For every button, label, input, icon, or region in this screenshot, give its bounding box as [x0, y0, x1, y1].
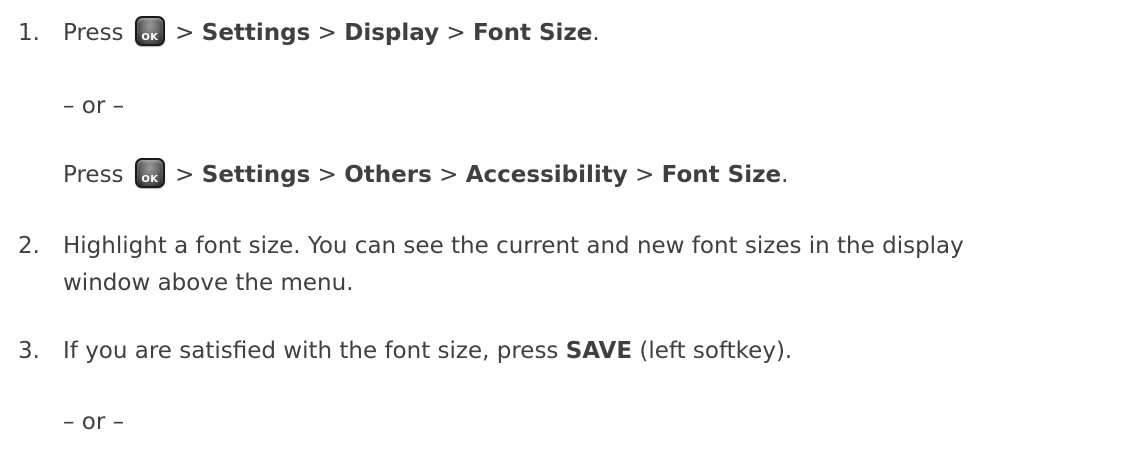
menu-others: Others: [344, 162, 432, 188]
press-text: Press: [63, 162, 124, 188]
step-number: 2.: [18, 233, 40, 259]
separator: >: [635, 162, 655, 188]
or-text: – or –: [63, 409, 125, 435]
ok-key-icon: OK: [134, 15, 165, 46]
step-1-alt-text: Press OK > Settings > Others > Accessibi…: [63, 157, 789, 191]
menu-font-size: Font Size: [472, 20, 593, 46]
ok-key-label: OK: [141, 31, 159, 43]
step-3-before: If you are satisfied with the font size,…: [63, 338, 559, 364]
or-text: – or –: [63, 93, 125, 119]
separator: >: [446, 20, 466, 46]
menu-font-size: Font Size: [661, 162, 782, 188]
separator: >: [175, 20, 195, 46]
step-2-line-2: window above the menu.: [63, 270, 354, 296]
separator: >: [175, 162, 195, 188]
period: .: [781, 162, 789, 188]
ok-key-icon: OK: [134, 157, 165, 188]
separator: >: [317, 162, 337, 188]
step-2-line-1: Highlight a font size. You can see the c…: [63, 233, 964, 259]
step-1-text: Press OK > Settings > Display > Font Siz…: [63, 15, 600, 49]
separator: >: [439, 162, 459, 188]
step-3-after: (left softkey).: [639, 338, 793, 364]
separator: >: [317, 20, 337, 46]
press-text: Press: [63, 20, 124, 46]
menu-settings: Settings: [201, 20, 311, 46]
ok-key-label: OK: [141, 173, 159, 185]
step-number: 3.: [18, 338, 40, 364]
period: .: [592, 20, 600, 46]
menu-display: Display: [344, 20, 440, 46]
step-3-text: If you are satisfied with the font size,…: [63, 336, 792, 366]
menu-accessibility: Accessibility: [465, 162, 628, 188]
softkey-save: SAVE: [565, 338, 633, 364]
step-number: 1.: [18, 20, 40, 46]
menu-settings: Settings: [201, 162, 311, 188]
